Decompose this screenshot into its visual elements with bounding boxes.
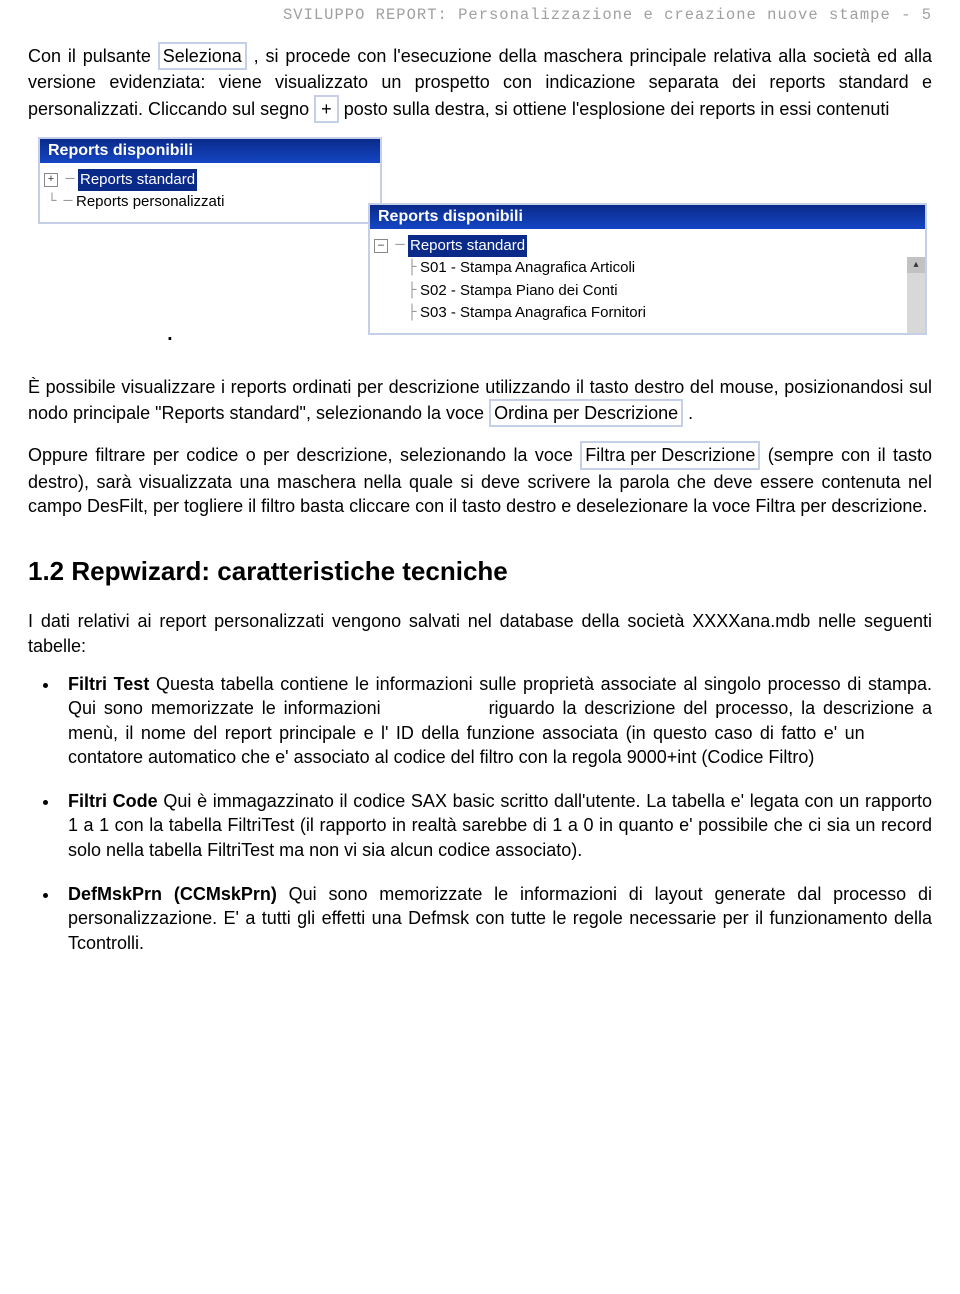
- list-item-filtri-code: Filtri Code Qui è immagazzinato il codic…: [60, 789, 932, 862]
- scrollbar[interactable]: ▴: [907, 257, 925, 333]
- page-header: SVILUPPO REPORT: Personalizzazione e cre…: [28, 0, 932, 42]
- table-name: Filtri Test: [68, 674, 149, 694]
- tree-row: – ─ Reports standard: [374, 235, 921, 258]
- paragraph-intro: Con il pulsante Seleziona , si procede c…: [28, 42, 932, 123]
- tree-body: ▴ – ─ Reports standard ├ S01 - Stampa An…: [370, 229, 925, 333]
- tree-body: + ─ Reports standard └ ─ Reports persona…: [40, 163, 380, 222]
- tree-leaf-s02[interactable]: S02 - Stampa Piano dei Conti: [420, 280, 618, 303]
- titlebar: Reports disponibili: [370, 205, 925, 229]
- filtra-per-descrizione-label: Filtra per Descrizione: [580, 441, 760, 469]
- tree-row: ├ S02 - Stampa Piano dei Conti: [374, 280, 921, 303]
- paragraph-tables-intro: I dati relativi ai report personalizzati…: [28, 609, 932, 658]
- expand-icon[interactable]: +: [44, 173, 58, 187]
- dot-text: .: [166, 315, 174, 347]
- paragraph-filtra: Oppure filtrare per codice o per descriz…: [28, 441, 932, 518]
- titlebar: Reports disponibili: [40, 139, 380, 163]
- header-title: SVILUPPO REPORT: Personalizzazione e cre…: [283, 6, 891, 24]
- screenshots-area: Reports disponibili + ─ Reports standard…: [28, 137, 932, 337]
- tree-node-personalizzati[interactable]: Reports personalizzati: [76, 191, 224, 214]
- ordina-per-descrizione-label: Ordina per Descrizione: [489, 399, 683, 427]
- tree-row: + ─ Reports standard: [44, 169, 376, 192]
- tree-leaf-s01[interactable]: S01 - Stampa Anagrafica Articoli: [420, 257, 635, 280]
- collapse-icon[interactable]: –: [374, 239, 388, 253]
- list-item-filtri-test: Filtri Test Questa tabella contiene le i…: [60, 672, 932, 769]
- tree-row: ├ S03 - Stampa Anagrafica Fornitori: [374, 302, 921, 325]
- tree-node-standard[interactable]: Reports standard: [78, 169, 197, 192]
- tree-leaf-s03[interactable]: S03 - Stampa Anagrafica Fornitori: [420, 302, 646, 325]
- scroll-up-arrow[interactable]: ▴: [907, 257, 925, 273]
- header-page-number: 5: [922, 6, 932, 24]
- table-name: DefMskPrn (CCMskPrn): [68, 884, 277, 904]
- page: SVILUPPO REPORT: Personalizzazione e cre…: [0, 0, 960, 1003]
- tree-row: └ ─ Reports personalizzati: [44, 191, 376, 214]
- seleziona-button-label: Seleziona: [158, 42, 247, 70]
- tree-node-standard[interactable]: Reports standard: [408, 235, 527, 258]
- tree-row: ├ S01 - Stampa Anagrafica Articoli: [374, 257, 921, 280]
- tables-list: Filtri Test Questa tabella contiene le i…: [60, 672, 932, 955]
- list-item-defmskprn: DefMskPrn (CCMskPrn) Qui sono memorizzat…: [60, 882, 932, 955]
- table-name: Filtri Code: [68, 791, 158, 811]
- paragraph-ordina: È possibile visualizzare i reports ordin…: [28, 375, 932, 428]
- plus-mark: +: [314, 95, 339, 123]
- reports-window-expanded: Reports disponibili ▴ – ─ Reports standa…: [368, 203, 927, 335]
- section-heading: 1.2 Repwizard: caratteristiche tecniche: [28, 556, 932, 587]
- reports-window-collapsed: Reports disponibili + ─ Reports standard…: [38, 137, 382, 224]
